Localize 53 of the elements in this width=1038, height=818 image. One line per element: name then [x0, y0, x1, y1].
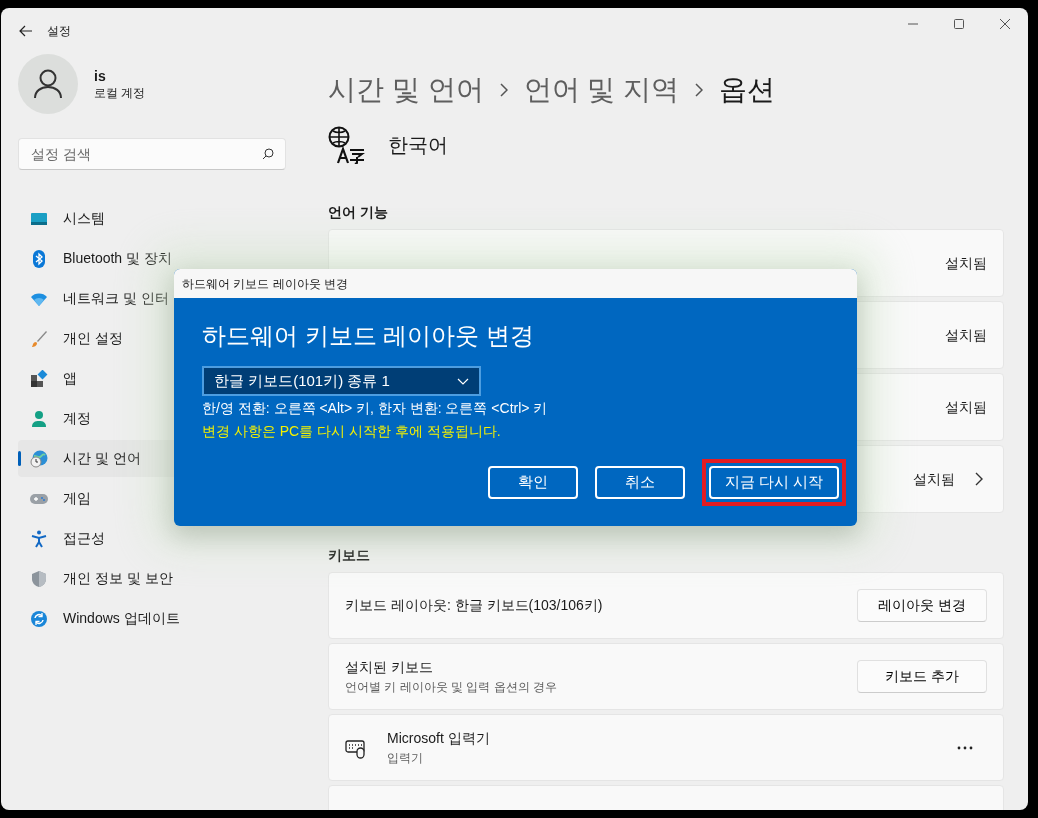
status-text: 설치됨: [913, 469, 955, 489]
globe-clock-icon: [30, 449, 48, 468]
breadcrumb-item[interactable]: 시간 및 언어: [328, 69, 484, 111]
account-name: is: [94, 67, 107, 85]
setting-description: 입력기: [387, 750, 424, 767]
dialog-title: 하드웨어 키보드 레이아웃 변경: [174, 269, 857, 298]
sidebar-item[interactable]: Windows 업데이트: [18, 600, 301, 637]
person-icon: [34, 69, 62, 99]
section-heading: 키보드: [328, 546, 371, 565]
layout-dropdown[interactable]: 한글 키보드(101키) 종류 1: [202, 366, 481, 396]
info-text: 한/영 전환: 오른쪽 <Alt> 키, 한자 변환: 오른쪽 <Ctrl> 키: [202, 399, 549, 418]
sidebar-item[interactable]: 접근성: [18, 520, 301, 557]
setting-description: 언어별 키 레이아웃 및 입력 옵션의 경우: [345, 679, 557, 696]
chevron-icon[interactable]: [975, 472, 983, 486]
maximize-icon[interactable]: [954, 19, 964, 29]
chevron-icon: [499, 83, 508, 97]
dialog-heading: 하드웨어 키보드 레이아웃 변경: [202, 321, 535, 351]
setting-label: Microsoft 입력기: [387, 729, 490, 748]
breadcrumb-item[interactable]: 언어 및 지역: [523, 69, 680, 111]
apps-icon: [30, 369, 48, 388]
more-icon[interactable]: [957, 745, 973, 750]
accessibility-icon: [30, 529, 48, 548]
update-icon: [30, 609, 48, 628]
breadcrumb-item: 옵션: [719, 73, 776, 107]
chevron-down-icon: [457, 377, 469, 385]
status-text: 설치됨: [945, 325, 987, 345]
search-icon: [262, 148, 274, 160]
dialog-button[interactable]: 확인: [487, 466, 578, 499]
back-icon[interactable]: [19, 25, 33, 37]
brush-icon: [30, 329, 48, 348]
dialog-button[interactable]: 지금 다시 시작: [708, 466, 839, 499]
layout-change-button[interactable]: 레이아웃 변경: [857, 589, 987, 622]
status-text: 설치됨: [945, 253, 987, 273]
warning-text: 변경 사항은 PC를 다시 시작한 후에 적용됩니다.: [202, 422, 502, 441]
section-heading: 언어 기능: [328, 203, 389, 222]
search-field[interactable]: 설정 검색: [18, 138, 286, 170]
setting-label: 설치된 키보드: [345, 658, 434, 677]
status-text: 설치됨: [945, 397, 987, 417]
bluetooth-icon: [30, 249, 48, 268]
window-title: 설정: [47, 23, 71, 40]
close-icon[interactable]: [1000, 19, 1010, 29]
shield-icon: [30, 569, 48, 588]
add-keyboard-button[interactable]: 키보드 추가: [857, 660, 987, 693]
chevron-icon: [695, 83, 704, 97]
setting-label: 키보드 레이아웃: 한글 키보드(103/106키): [345, 596, 603, 615]
language-icon: [328, 126, 366, 164]
person-icon: [30, 409, 48, 428]
account-type: 로컬 계정: [94, 84, 146, 101]
sidebar-item[interactable]: 개인 정보 및 보안: [18, 560, 301, 597]
dialog-button[interactable]: 취소: [594, 466, 685, 499]
sidebar-item[interactable]: 게임: [18, 480, 301, 517]
sidebar-item[interactable]: 시스템: [18, 200, 301, 237]
language-name: 한국어: [388, 133, 448, 158]
